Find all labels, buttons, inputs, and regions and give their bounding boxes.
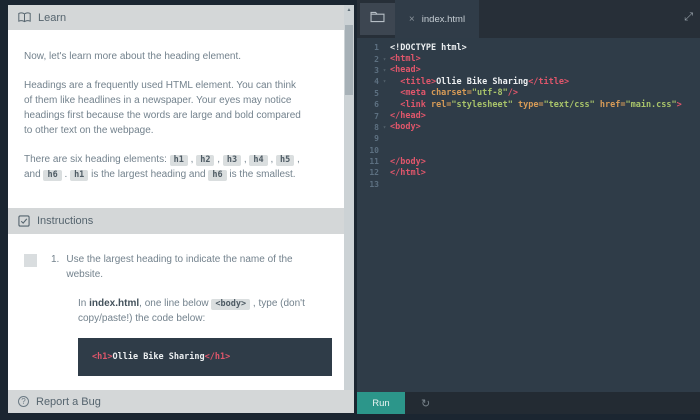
close-icon[interactable]: × [409, 14, 415, 25]
code-line: 11 </body> [357, 156, 700, 167]
run-toolbar: Run ↻ [357, 392, 700, 414]
code-editor-panel: × index.html ⤢ 1 <!DOCTYPE html> 2 ▾ <html> 3… [357, 0, 700, 414]
report-bug-bar[interactable]: ? Report a Bug [8, 390, 354, 413]
code-line: 6 <link rel="stylesheet" type="text/css"… [357, 99, 700, 110]
tab-index-html[interactable]: × index.html [395, 0, 479, 38]
line-number: 2 [374, 54, 379, 64]
folder-icon [370, 10, 385, 28]
help-icon: ? [18, 396, 29, 407]
line-number: 4 [374, 77, 379, 87]
task-body: In index.html, one line below <body> , t… [78, 298, 305, 324]
task-number: 1. [51, 254, 60, 265]
learn-text-block: Now, let's learn more about the heading … [8, 30, 354, 208]
inline-code-chip: h6 [208, 170, 227, 181]
inline-code-chip: h5 [276, 155, 295, 166]
editor-tabbar: × index.html ⤢ [357, 0, 700, 38]
learn-panel: Learn Now, let's learn more about the he… [8, 5, 354, 413]
code-line: 5 <meta charset="utf-8"/> [357, 88, 700, 99]
scrollbar-thumb[interactable] [345, 25, 353, 95]
fullscreen-icon[interactable]: ⤢ [684, 11, 693, 24]
fold-arrow-icon[interactable]: ▾ [379, 124, 390, 131]
learn-header: Learn [8, 5, 354, 30]
line-number: 13 [369, 179, 379, 189]
learn-paragraph: Now, let's learn more about the heading … [24, 51, 242, 62]
code-text: <head> [390, 65, 421, 76]
learn-header-label: Learn [38, 11, 67, 24]
line-number: 5 [374, 88, 379, 98]
instructions-header: Instructions [8, 208, 344, 234]
report-bug-label: Report a Bug [36, 395, 101, 408]
code-line: 2 ▾ <html> [357, 53, 700, 64]
line-number: 12 [369, 168, 379, 178]
code-line: 13 [357, 179, 700, 190]
inline-code-chip: h1 [70, 170, 89, 181]
code-line: 1 <!DOCTYPE html> [357, 42, 700, 53]
code-text: </body> [390, 156, 426, 167]
line-number: 7 [374, 111, 379, 121]
code-lines[interactable]: 1 <!DOCTYPE html> 2 ▾ <html> 3 ▾ <head> 4 ▾ <titl… [357, 38, 700, 392]
fold-arrow-icon[interactable]: ▾ [379, 78, 390, 85]
code-text: </head> [390, 111, 426, 122]
code-line: 4 ▾ <title>Ollie Bike Sharing</title> [357, 76, 700, 87]
code-line: 10 [357, 145, 700, 156]
learn-scroll-area: Now, let's learn more about the heading … [8, 30, 354, 390]
code-text: <title>Ollie Bike Sharing</title> [390, 76, 570, 87]
inline-code-chip: h1 [169, 155, 188, 166]
fold-arrow-icon[interactable]: ▾ [379, 56, 390, 63]
file-tree-button[interactable] [360, 3, 395, 35]
task-after-text: Click Run to view the heading in the web… [78, 388, 314, 390]
code-line: 7 </head> [357, 110, 700, 121]
code-line: 12 </html> [357, 167, 700, 178]
checklist-icon [18, 215, 30, 227]
instructions-content: 1. Use the largest heading to indicate t… [8, 234, 354, 390]
code-text: <meta charset="utf-8"/> [390, 88, 518, 99]
learn-scrollbar[interactable]: ▲ [344, 5, 354, 390]
fold-arrow-icon[interactable]: ▾ [379, 67, 390, 74]
line-number: 6 [374, 100, 379, 110]
refresh-icon[interactable]: ↻ [421, 397, 430, 410]
book-icon [18, 12, 31, 23]
code-text: </html> [390, 167, 426, 178]
inline-code-chip: h2 [196, 155, 215, 166]
learn-paragraph: There are six heading elements: h1 , h2 … [24, 154, 300, 181]
line-number: 1 [374, 43, 379, 53]
code-text: <body> [390, 122, 421, 133]
inline-code-chip: h3 [222, 155, 242, 166]
line-number: 3 [374, 65, 379, 75]
line-number: 10 [369, 145, 379, 155]
instructions-header-label: Instructions [37, 215, 94, 227]
tab-filename: index.html [421, 13, 466, 25]
inline-code-chip: h6 [43, 170, 62, 181]
task-code-block: <h1> Ollie Bike Sharing </h1> [78, 338, 332, 376]
code-text: <html> [390, 54, 421, 65]
line-number: 11 [369, 157, 379, 167]
code-line: 8 ▾ <body> [357, 122, 700, 133]
task-checkbox[interactable] [24, 254, 37, 267]
code-text: <link rel="stylesheet" type="text/css" h… [390, 99, 682, 110]
line-number: 8 [374, 122, 379, 132]
inline-code-chip: <body> [211, 299, 251, 310]
code-line: 3 ▾ <head> [357, 65, 700, 76]
code-line: 9 [357, 133, 700, 144]
task-title: Use the largest heading to indicate the … [66, 254, 293, 280]
code-text: <!DOCTYPE html> [390, 42, 467, 53]
learn-paragraph: Headings are a frequently used HTML elem… [24, 80, 301, 136]
line-number: 9 [374, 134, 379, 144]
run-button[interactable]: Run [357, 392, 405, 414]
inline-code-chip: h4 [249, 155, 268, 166]
scrollbar-up-arrow[interactable]: ▲ [344, 5, 354, 15]
